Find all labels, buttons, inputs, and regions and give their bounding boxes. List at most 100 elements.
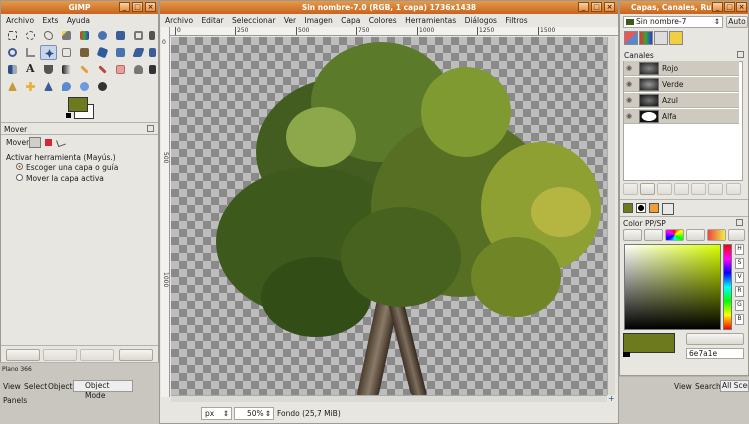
dock-titlebar[interactable]: Capas, Canales, Ru _ □ × (620, 1, 748, 14)
channel-buttons-v[interactable]: V (735, 272, 744, 283)
bg-color-swatch[interactable] (623, 352, 630, 357)
perspective-tool[interactable] (148, 45, 158, 60)
channel-buttons-g[interactable]: G (735, 300, 744, 311)
rotate-tool[interactable] (94, 45, 111, 60)
default-colors-icon[interactable] (66, 113, 71, 118)
foreground-select-tool[interactable] (112, 28, 129, 43)
menu-ayuda[interactable]: Ayuda (67, 16, 90, 25)
dodge-burn-tool[interactable] (94, 79, 111, 94)
color-select-tool[interactable] (76, 28, 93, 43)
menu-dialogos[interactable]: Diálogos (465, 16, 497, 25)
vertical-scrollbar[interactable] (607, 37, 615, 395)
panel-menu-icon[interactable] (737, 51, 744, 58)
scale-tool[interactable] (112, 45, 129, 60)
horizontal-ruler[interactable]: 0 250 500 750 1000 1250 1500 (170, 27, 618, 36)
text-tool[interactable]: A (22, 62, 39, 77)
paths-tool[interactable] (130, 28, 147, 43)
auto-button[interactable]: Auto (726, 16, 748, 28)
menu-archivo[interactable]: Archivo (6, 16, 34, 25)
blend-tool[interactable] (58, 62, 75, 77)
tool-options-menu-icon[interactable] (147, 125, 154, 132)
bucket-fill-tool[interactable] (40, 62, 57, 77)
maximize-button[interactable]: □ (724, 2, 735, 12)
eye-icon[interactable]: ◉ (626, 64, 636, 73)
fg-color-swatch[interactable] (68, 97, 88, 112)
color-tab-fg[interactable] (623, 203, 633, 213)
ellipse-select-tool[interactable] (22, 28, 39, 43)
cmyk-color-button[interactable] (644, 229, 663, 241)
color-tab-wheel[interactable] (662, 203, 674, 215)
menu-imagen[interactable]: Imagen (305, 16, 333, 25)
toolbox-titlebar[interactable]: GIMP _ □ × (1, 1, 158, 14)
align-tool[interactable] (58, 45, 75, 60)
delete-channel-button[interactable] (726, 183, 741, 195)
channel-row-green[interactable]: ◉ Verde (624, 77, 739, 92)
menu-seleccionar[interactable]: Seleccionar (232, 16, 275, 25)
eye-icon[interactable]: ◉ (626, 80, 636, 89)
tab-layers[interactable] (624, 31, 638, 45)
mover-layer-button[interactable] (29, 137, 41, 148)
channel-buttons-r[interactable]: R (735, 286, 744, 297)
right-search-menu[interactable]: Search (695, 382, 721, 391)
menu-editar[interactable]: Editar (201, 16, 223, 25)
color-area[interactable] (624, 244, 721, 330)
channel-buttons-s[interactable]: S (735, 258, 744, 269)
vertical-ruler[interactable]: 0 500 1000 (161, 27, 170, 397)
image-canvas[interactable] (171, 37, 607, 395)
color-picker-tool[interactable] (148, 28, 158, 43)
right-view-menu[interactable]: View (674, 382, 692, 391)
maximize-button[interactable]: □ (132, 2, 143, 12)
right-scene-select[interactable]: All Scene (720, 380, 749, 392)
perspective-clone-tool[interactable] (40, 79, 57, 94)
close-button[interactable]: × (736, 2, 747, 12)
menu-capa[interactable]: Capa (341, 16, 360, 25)
measure-tool[interactable] (22, 45, 39, 60)
mover-path-icon[interactable] (56, 137, 66, 148)
color-picker-button[interactable] (686, 333, 744, 345)
pencil-tool[interactable] (76, 62, 93, 77)
navigate-icon[interactable]: + (608, 395, 615, 403)
watercolor-button[interactable] (686, 229, 705, 241)
minimize-button[interactable]: _ (119, 2, 130, 12)
image-select[interactable]: Sin nombre-7 ⇕ (623, 16, 723, 28)
triangle-color-button[interactable] (665, 229, 684, 241)
view-menu[interactable]: View (3, 382, 21, 391)
tab-paths[interactable] (654, 31, 668, 45)
ink-tool[interactable] (148, 62, 158, 77)
zoom-select[interactable]: 50% ⇕ (234, 407, 274, 420)
airbrush-tool[interactable] (130, 62, 147, 77)
menu-colores[interactable]: Colores (369, 16, 397, 25)
horizontal-scrollbar[interactable] (171, 395, 607, 402)
panel-menu-icon[interactable] (736, 219, 743, 226)
mover-selection-icon[interactable] (45, 139, 52, 146)
image-titlebar[interactable]: Sin nombre-7.0 (RGB, 1 capa) 1736x1438 _… (160, 1, 618, 14)
blur-tool[interactable] (58, 79, 75, 94)
scissors-tool[interactable] (94, 28, 111, 43)
menu-ver[interactable]: Ver (284, 16, 296, 25)
new-channel-button[interactable] (640, 183, 655, 195)
reset-options-button[interactable] (119, 349, 153, 361)
flip-tool[interactable] (4, 62, 21, 77)
heal-tool[interactable] (22, 79, 39, 94)
zoom-tool[interactable] (4, 45, 21, 60)
radio-move-active[interactable] (16, 174, 23, 181)
menu-herramientas[interactable]: Herramientas (405, 16, 456, 25)
rect-select-tool[interactable] (4, 28, 21, 43)
object-menu[interactable]: Object (48, 382, 72, 391)
channel-buttons-b[interactable]: B (735, 314, 744, 325)
hue-strip[interactable] (723, 244, 732, 330)
maximize-button[interactable]: □ (591, 2, 602, 12)
channel-buttons-h[interactable]: H (735, 244, 744, 255)
minimize-button[interactable]: _ (712, 2, 723, 12)
move-tool[interactable] (40, 45, 57, 60)
lasso-tool[interactable] (40, 28, 57, 43)
close-button[interactable]: × (145, 2, 156, 12)
radio-pick-layer[interactable] (16, 163, 23, 170)
channel-row-alpha[interactable]: ◉ Alfa (624, 109, 739, 124)
edit-channel-button[interactable] (623, 183, 638, 195)
eye-icon[interactable]: ◉ (626, 112, 636, 121)
minimize-button[interactable]: _ (578, 2, 589, 12)
to-selection-button[interactable] (708, 183, 723, 195)
menu-exts[interactable]: Exts (42, 16, 58, 25)
fg-color-swatch[interactable] (623, 333, 675, 353)
